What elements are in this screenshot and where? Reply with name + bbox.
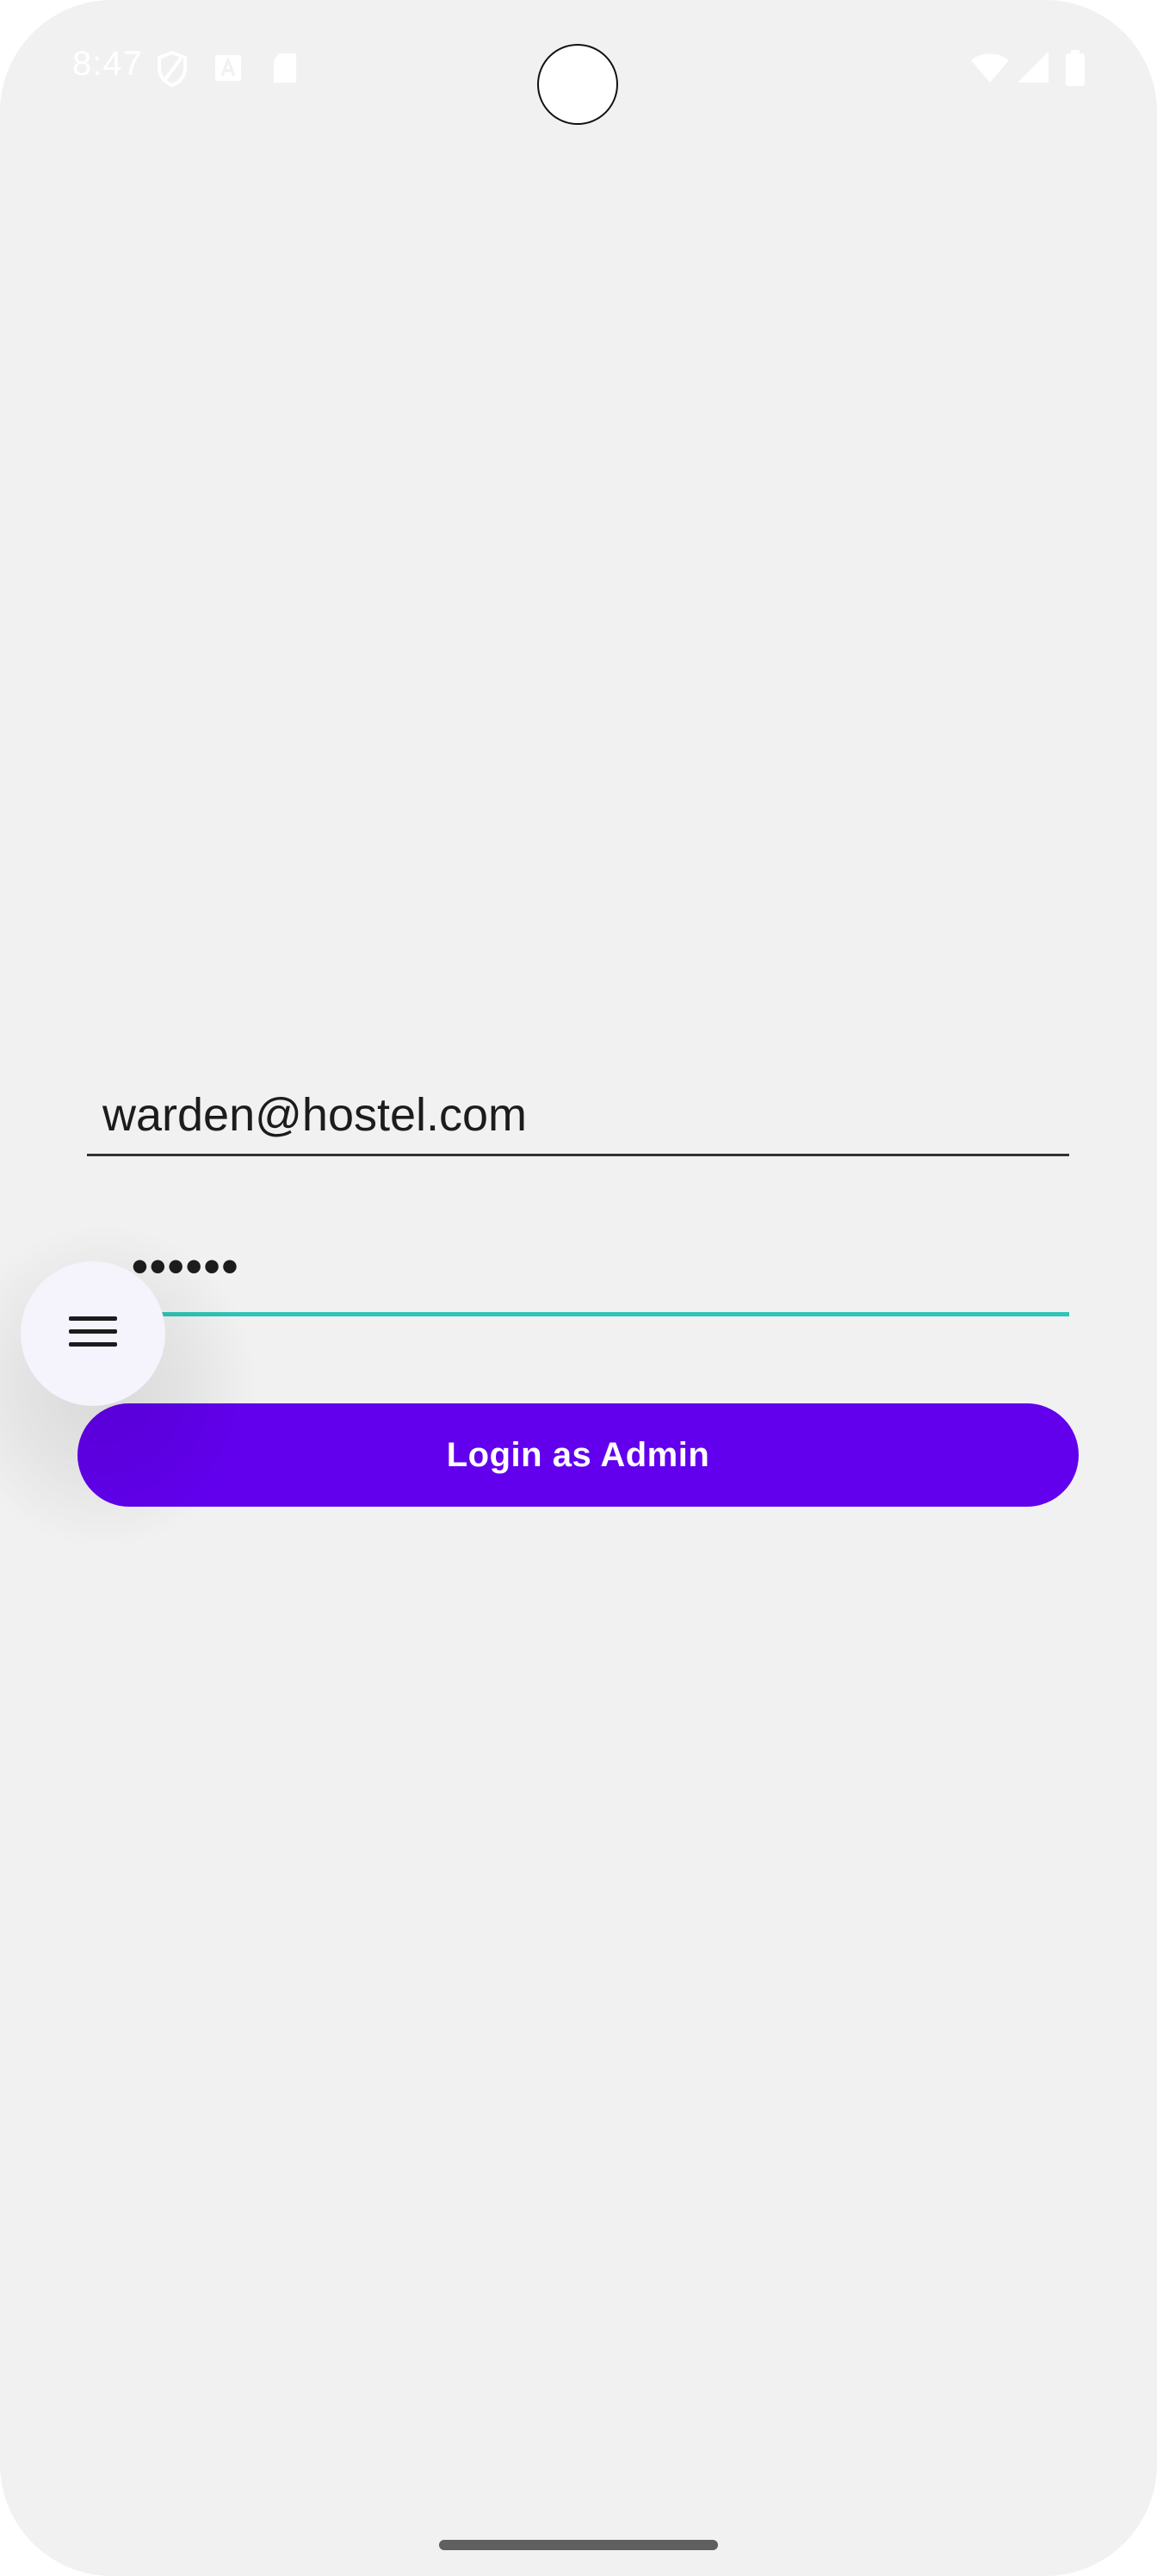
sd-card-icon	[270, 50, 300, 84]
floating-menu-button[interactable]	[21, 1261, 165, 1406]
signal-icon	[1016, 50, 1050, 84]
hamburger-menu-icon	[69, 1313, 117, 1355]
app-screen: 8:47 warden@hostel.com Login as Admin	[0, 0, 1157, 2576]
wifi-icon	[969, 50, 1011, 84]
email-value: warden@hostel.com	[102, 1089, 528, 1141]
gesture-navigation-bar[interactable]	[439, 2540, 718, 2550]
battery-icon	[1064, 50, 1086, 86]
text-a-icon	[213, 50, 243, 84]
camera-cutout	[537, 44, 618, 125]
shield-icon	[155, 50, 189, 88]
status-time: 8:47	[72, 45, 143, 83]
email-field[interactable]: warden@hostel.com	[87, 1076, 1069, 1156]
